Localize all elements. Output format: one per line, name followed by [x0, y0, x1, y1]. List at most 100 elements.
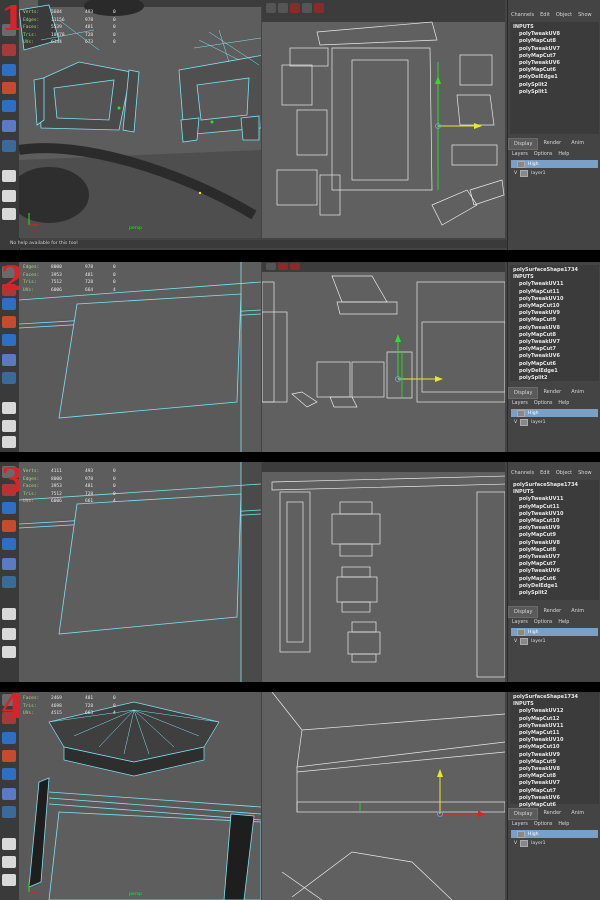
- perspective-viewport[interactable]: persp: [19, 692, 261, 900]
- layer-row[interactable]: High: [511, 628, 598, 636]
- layer-menu-help[interactable]: Help: [558, 152, 569, 157]
- input-node[interactable]: polyTweakUV6: [513, 795, 596, 802]
- manipulator-icon[interactable]: [2, 558, 16, 570]
- input-node[interactable]: polyTweakUV11: [513, 723, 596, 730]
- layer-row[interactable]: High: [511, 160, 598, 168]
- input-node[interactable]: polyMapCut11: [513, 289, 596, 296]
- layer-tab-display[interactable]: Display: [508, 606, 539, 618]
- input-node[interactable]: polyTweakUV8: [513, 540, 596, 547]
- uv-toolbar-icon[interactable]: [266, 263, 276, 270]
- input-node[interactable]: polyTweakUV10: [513, 296, 596, 303]
- input-node[interactable]: polyTweakUV9: [513, 525, 596, 532]
- layout-four-icon[interactable]: [2, 856, 16, 868]
- manipulator-icon[interactable]: [2, 788, 16, 800]
- move-tool-icon[interactable]: [2, 732, 16, 744]
- soft-mod-icon[interactable]: [2, 576, 16, 588]
- layer-menu-layers[interactable]: Layers: [512, 401, 528, 406]
- layer-menu-layers[interactable]: Layers: [512, 152, 528, 157]
- channel-box-menu-item[interactable]: Edit: [540, 12, 550, 18]
- rotate-tool-icon[interactable]: [2, 520, 16, 532]
- input-node[interactable]: polyMapCut7: [513, 53, 596, 60]
- uv-toolbar-icon[interactable]: [314, 3, 324, 13]
- layer-tab-render[interactable]: Render: [538, 138, 566, 150]
- soft-mod-icon[interactable]: [2, 140, 16, 152]
- input-node[interactable]: polyMapCut11: [513, 730, 596, 737]
- layout-single-icon[interactable]: [2, 402, 16, 414]
- uv-toolbar-icon[interactable]: [278, 3, 288, 13]
- visibility-toggle[interactable]: V: [514, 639, 517, 644]
- rotate-tool-icon[interactable]: [2, 750, 16, 762]
- input-node[interactable]: polySplit2: [513, 590, 596, 597]
- scale-tool-icon[interactable]: [2, 768, 16, 780]
- uv-texture-editor[interactable]: [262, 262, 505, 452]
- layer-menu-options[interactable]: Options: [534, 152, 553, 157]
- move-tool-icon[interactable]: [2, 502, 16, 514]
- input-node[interactable]: polyTweakUV11: [513, 281, 596, 288]
- input-node[interactable]: polyTweakUV10: [513, 737, 596, 744]
- lasso-tool-icon[interactable]: [2, 44, 16, 56]
- layer-tab-display[interactable]: Display: [508, 387, 539, 399]
- layer-tab-render[interactable]: Render: [538, 387, 566, 399]
- input-node[interactable]: polyMapCut7: [513, 788, 596, 795]
- layer-tab-display[interactable]: Display: [508, 138, 539, 150]
- input-node[interactable]: polyDelEdge1: [513, 583, 596, 590]
- visibility-toggle[interactable]: V: [514, 171, 517, 176]
- layer-row[interactable]: Vlayer1: [511, 169, 598, 177]
- channel-box-menu-item[interactable]: Show: [578, 12, 592, 18]
- channel-box-menu-item[interactable]: Channels: [511, 12, 534, 18]
- input-node[interactable]: polyTweakUV7: [513, 339, 596, 346]
- input-node[interactable]: polyTweakUV11: [513, 496, 596, 503]
- input-node[interactable]: polyDelEdge1: [513, 74, 596, 81]
- uv-texture-editor[interactable]: [262, 692, 505, 900]
- rotate-tool-icon[interactable]: [2, 316, 16, 328]
- layer-tab-anim[interactable]: Anim: [566, 606, 589, 618]
- layer-menu-options[interactable]: Options: [534, 401, 553, 406]
- input-node[interactable]: polyTweakUV6: [513, 60, 596, 67]
- input-node[interactable]: polyMapCut10: [513, 518, 596, 525]
- input-node[interactable]: polySplit1: [513, 89, 596, 96]
- visibility-toggle[interactable]: V: [514, 420, 517, 425]
- input-node[interactable]: polyTweakUV8: [513, 31, 596, 38]
- layout-side-icon[interactable]: [2, 436, 16, 448]
- layer-menu-help[interactable]: Help: [558, 401, 569, 406]
- input-node[interactable]: polyMapCut7: [513, 561, 596, 568]
- input-node[interactable]: polyMapCut10: [513, 744, 596, 751]
- input-node[interactable]: polyMapCut8: [513, 38, 596, 45]
- layer-row[interactable]: Vlayer1: [511, 637, 598, 645]
- input-node[interactable]: polyTweakUV8: [513, 766, 596, 773]
- input-node[interactable]: polyMapCut6: [513, 576, 596, 583]
- input-node[interactable]: polyMapCut9: [513, 532, 596, 539]
- input-node[interactable]: polyMapCut7: [513, 346, 596, 353]
- uv-texture-editor[interactable]: [262, 0, 505, 238]
- uv-toolbar-icon[interactable]: [290, 263, 300, 270]
- layout-four-icon[interactable]: [2, 628, 16, 640]
- input-node[interactable]: polyTweakUV6: [513, 353, 596, 360]
- input-node[interactable]: polyMapCut6: [513, 361, 596, 368]
- move-tool-icon[interactable]: [2, 64, 16, 76]
- layout-side-icon[interactable]: [2, 646, 16, 658]
- channel-box-menu-item[interactable]: Show: [578, 470, 592, 476]
- scale-tool-icon[interactable]: [2, 334, 16, 346]
- layer-tab-display[interactable]: Display: [508, 808, 539, 820]
- input-node[interactable]: polySplit2: [513, 82, 596, 89]
- uv-toolbar-icon[interactable]: [290, 3, 300, 13]
- input-node[interactable]: polyMapCut9: [513, 317, 596, 324]
- input-node[interactable]: polyMapCut12: [513, 716, 596, 723]
- move-tool-icon[interactable]: [2, 298, 16, 310]
- input-node[interactable]: polyTweakUV8: [513, 325, 596, 332]
- layer-menu-help[interactable]: Help: [558, 620, 569, 625]
- layout-single-icon[interactable]: [2, 608, 16, 620]
- scale-tool-icon[interactable]: [2, 538, 16, 550]
- input-node[interactable]: polyTweakUV7: [513, 780, 596, 787]
- shape-node-name[interactable]: polySurfaceShape1734: [513, 267, 596, 274]
- layer-tab-anim[interactable]: Anim: [566, 138, 589, 150]
- uv-texture-editor[interactable]: [262, 462, 505, 682]
- input-node[interactable]: polyTweakUV7: [513, 46, 596, 53]
- input-node[interactable]: polyMapCut8: [513, 332, 596, 339]
- channel-box-menu-item[interactable]: Channels: [511, 470, 534, 476]
- input-node[interactable]: polyMapCut11: [513, 504, 596, 511]
- visibility-toggle[interactable]: V: [514, 841, 517, 846]
- layer-tab-render[interactable]: Render: [538, 808, 566, 820]
- input-node[interactable]: polyTweakUV9: [513, 752, 596, 759]
- layout-four-icon[interactable]: [2, 420, 16, 432]
